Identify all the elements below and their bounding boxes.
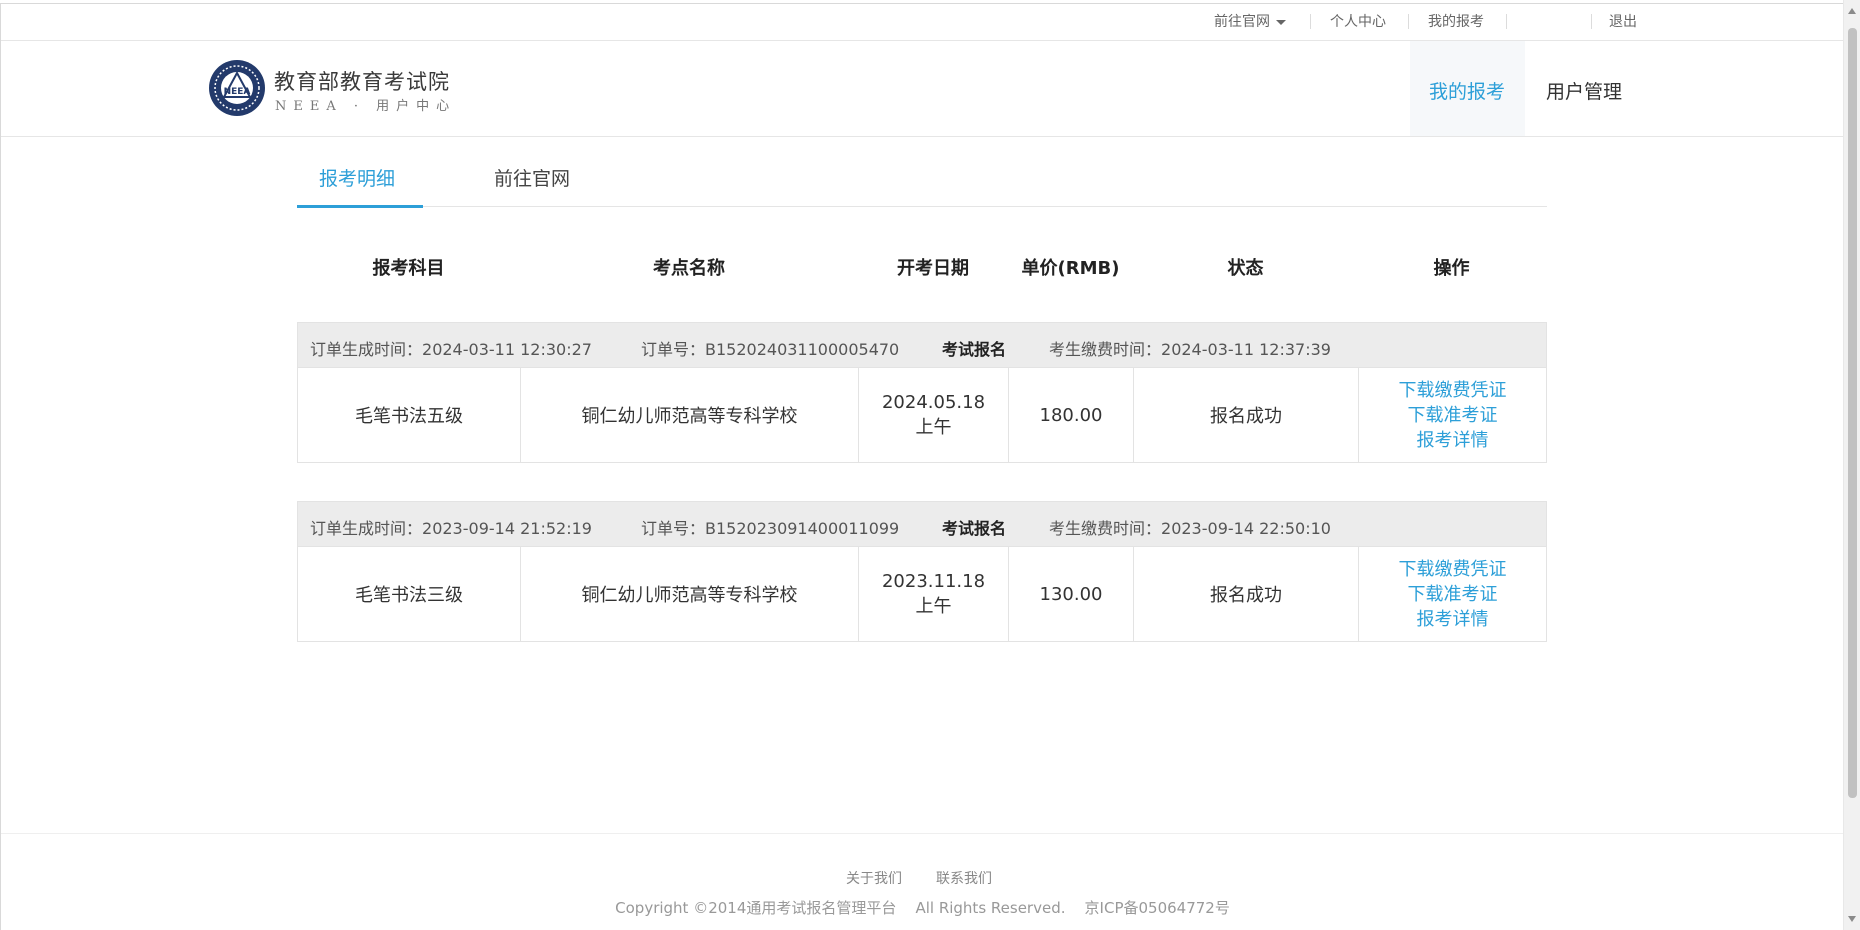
registration-details-link[interactable]: 报考详情: [1417, 428, 1489, 453]
tab-registration-details[interactable]: 报考明细: [319, 164, 395, 191]
scroll-thumb[interactable]: [1848, 28, 1857, 798]
column-header-venue: 考点名称: [653, 258, 725, 279]
topbar-divider: [1506, 14, 1507, 29]
cell-price: 130.00: [1009, 547, 1134, 641]
order-header: 订单生成时间：2024-03-11 12:30:27 订单号：B15202403…: [298, 323, 1546, 368]
logo-subtitle: NEEA · 用户中心: [275, 99, 457, 114]
personal-center-link[interactable]: 个人中心: [1330, 13, 1386, 31]
logout-link[interactable]: 退出: [1609, 13, 1637, 31]
download-admission-ticket-link[interactable]: 下载准考证: [1408, 582, 1498, 607]
svg-text:NEEA: NEEA: [224, 87, 251, 97]
site-header: NEEA 教育部教育考试院 NEEA · 用户中心 我的报考 用户管理: [1, 41, 1844, 137]
cell-subject: 毛笔书法五级: [298, 368, 521, 462]
official-site-label: 前往官网: [1214, 14, 1270, 30]
column-header-price: 单价(RMB): [1021, 258, 1120, 279]
cell-date: 2024.05.18 上午: [859, 368, 1009, 462]
order-block: 订单生成时间：2023-09-14 21:52:19 订单号：B15202309…: [297, 501, 1547, 642]
cell-date: 2023.11.18 上午: [859, 547, 1009, 641]
caret-down-icon: [1276, 19, 1286, 25]
tab-active-underline: [297, 205, 423, 208]
download-admission-ticket-link[interactable]: 下载准考证: [1408, 403, 1498, 428]
official-site-dropdown[interactable]: 前往官网: [1214, 13, 1286, 31]
footer-copyright: Copyright ©2014通用考试报名管理平台 All Rights Res…: [615, 899, 1230, 917]
cell-venue: 铜仁幼儿师范高等专科学校: [521, 368, 859, 462]
topbar-divider: [1310, 14, 1311, 29]
neea-emblem-icon[interactable]: NEEA: [208, 59, 266, 117]
download-payment-receipt-link[interactable]: 下载缴费凭证: [1399, 557, 1507, 582]
table-row: 毛笔书法五级 铜仁幼儿师范高等专科学校 2024.05.18 上午 180.00…: [298, 368, 1546, 462]
cell-price: 180.00: [1009, 368, 1134, 462]
cell-venue: 铜仁幼儿师范高等专科学校: [521, 547, 859, 641]
order-block: 订单生成时间：2024-03-11 12:30:27 订单号：B15202403…: [297, 322, 1547, 463]
column-header-date: 开考日期: [897, 258, 969, 279]
top-utility-bar: 前往官网 个人中心 我的报考 退出: [1, 4, 1844, 41]
scroll-down-arrow-icon[interactable]: [1848, 916, 1856, 922]
table-row: 毛笔书法三级 铜仁幼儿师范高等专科学校 2023.11.18 上午 130.00…: [298, 547, 1546, 641]
column-header-subject: 报考科目: [372, 258, 445, 279]
nav-user-management[interactable]: 用户管理: [1546, 77, 1622, 104]
column-header-actions: 操作: [1433, 258, 1470, 279]
cell-subject: 毛笔书法三级: [298, 547, 521, 641]
topbar-divider: [1591, 14, 1592, 29]
contact-us-link[interactable]: 联系我们: [936, 868, 992, 888]
order-number: 订单号：B152024031100005470: [641, 340, 900, 359]
order-type: 考试报名: [942, 519, 1007, 538]
order-created-time: 订单生成时间：2024-03-11 12:30:27: [310, 340, 592, 359]
cell-actions: 下载缴费凭证 下载准考证 报考详情: [1359, 368, 1546, 462]
order-number: 订单号：B152023091400011099: [641, 519, 900, 538]
topbar-divider: [1408, 14, 1409, 29]
cell-status: 报名成功: [1134, 368, 1359, 462]
vertical-scrollbar[interactable]: [1843, 0, 1860, 930]
footer-divider: [1, 833, 1844, 834]
cell-status: 报名成功: [1134, 547, 1359, 641]
registration-details-link[interactable]: 报考详情: [1417, 607, 1489, 632]
cell-actions: 下载缴费凭证 下载准考证 报考详情: [1359, 547, 1546, 641]
order-type: 考试报名: [942, 340, 1007, 359]
about-us-link[interactable]: 关于我们: [846, 868, 902, 888]
column-header-status: 状态: [1227, 258, 1264, 279]
nav-my-registration[interactable]: 我的报考: [1429, 77, 1505, 104]
order-created-time: 订单生成时间：2023-09-14 21:52:19: [310, 519, 592, 538]
order-paid-time: 考生缴费时间：2024-03-11 12:37:39: [1049, 340, 1331, 359]
order-paid-time: 考生缴费时间：2023-09-14 22:50:10: [1049, 519, 1331, 538]
download-payment-receipt-link[interactable]: 下载缴费凭证: [1399, 378, 1507, 403]
order-header: 订单生成时间：2023-09-14 21:52:19 订单号：B15202309…: [298, 502, 1546, 547]
table-header: 报考科目 考点名称 开考日期 单价(RMB) 状态 操作: [297, 244, 1547, 288]
logo-title: 教育部教育考试院: [274, 70, 450, 94]
tab-bar: 报考明细 前往官网: [297, 154, 1547, 208]
tab-official-site[interactable]: 前往官网: [494, 164, 570, 191]
page: 前往官网 个人中心 我的报考 退出 NEEA 教育部教育考试院 NEEA · 用…: [0, 3, 1844, 930]
scroll-up-arrow-icon[interactable]: [1848, 8, 1856, 14]
my-registration-link[interactable]: 我的报考: [1428, 13, 1484, 31]
